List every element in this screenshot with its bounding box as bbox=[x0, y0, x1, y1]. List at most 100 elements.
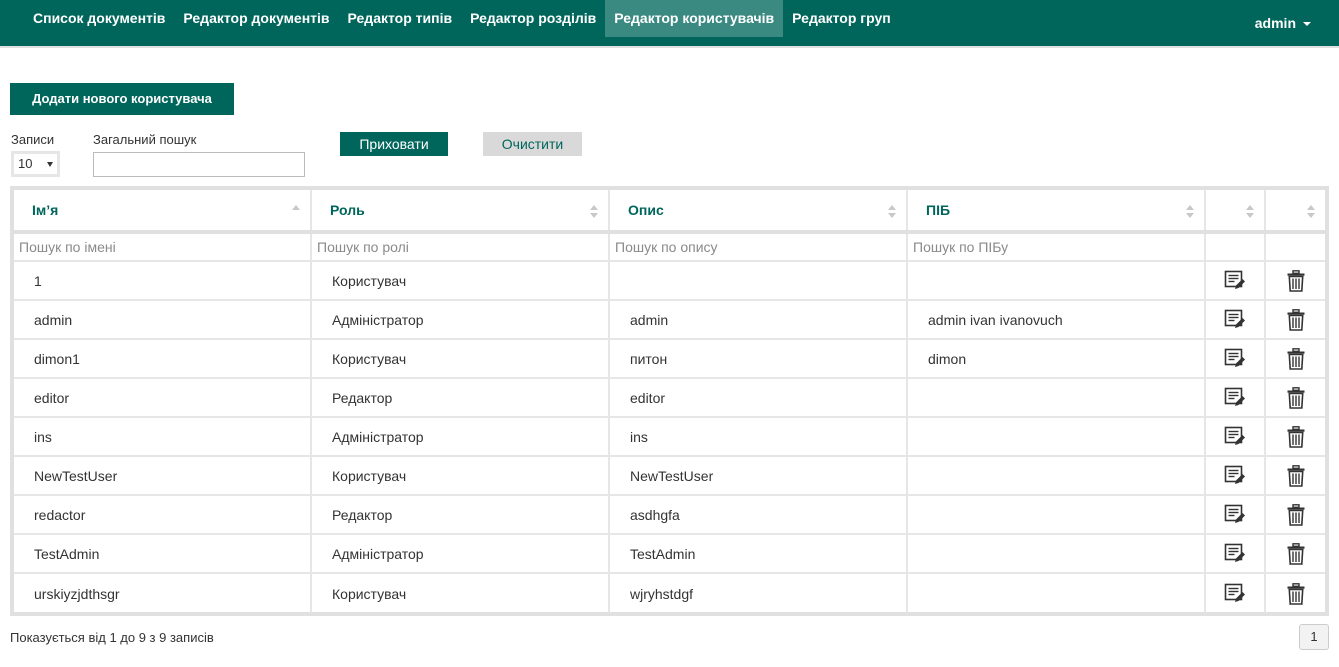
cell-desc: wjryhstdgf bbox=[610, 574, 908, 613]
nav-item[interactable]: Редактор користувачів bbox=[605, 0, 784, 37]
edit-icon[interactable] bbox=[1206, 574, 1266, 613]
edit-icon[interactable] bbox=[1206, 262, 1266, 299]
cell-pib bbox=[908, 496, 1206, 533]
add-user-button[interactable]: Додати нового користувача bbox=[10, 83, 234, 115]
cell-pib: dimon bbox=[908, 340, 1206, 377]
cell-name: NewTestUser bbox=[14, 457, 312, 494]
nav-item[interactable]: Редактор типів bbox=[339, 0, 462, 37]
caret-down-icon bbox=[1303, 22, 1311, 26]
trash-icon[interactable] bbox=[1266, 496, 1325, 533]
column-header-label: Ім’я bbox=[32, 202, 59, 218]
column-header-label: Роль bbox=[330, 202, 365, 218]
cell-name: 1 bbox=[14, 262, 312, 299]
edit-icon[interactable] bbox=[1206, 535, 1266, 572]
cell-role: Редактор bbox=[312, 496, 610, 533]
trash-icon[interactable] bbox=[1266, 418, 1325, 455]
trash-icon[interactable] bbox=[1266, 535, 1325, 572]
top-navbar: Список документів Редактор документів Реда… bbox=[0, 0, 1339, 48]
user-name: admin bbox=[1254, 15, 1296, 31]
cell-pib bbox=[908, 457, 1206, 494]
trash-icon[interactable] bbox=[1266, 379, 1325, 416]
clear-button[interactable]: Очистити bbox=[483, 132, 582, 156]
column-filter-input[interactable] bbox=[14, 234, 310, 260]
edit-icon[interactable] bbox=[1206, 340, 1266, 377]
nav-item[interactable]: Редактор розділів bbox=[461, 0, 605, 37]
nav-item[interactable]: Список документів bbox=[24, 0, 174, 37]
table-row: urskiyzjdthsgr Користувач wjryhstdgf bbox=[14, 574, 1325, 613]
table-row: dimon1 Користувач питон dimon bbox=[14, 340, 1325, 379]
nav-item[interactable]: Редактор груп bbox=[783, 0, 900, 37]
global-search-label: Загальний пошук bbox=[93, 132, 197, 147]
table-row: redactor Редактор asdhgfa bbox=[14, 496, 1325, 535]
column-header[interactable]: ПІБ bbox=[908, 190, 1206, 230]
filter-cell bbox=[1206, 234, 1266, 260]
records-per-page-select[interactable]: 10 bbox=[11, 151, 60, 177]
cell-name: redactor bbox=[14, 496, 312, 533]
records-label: Записи bbox=[11, 132, 55, 147]
table-row: admin Адміністратор admin admin ivan ivanov… bbox=[14, 301, 1325, 340]
edit-icon[interactable] bbox=[1206, 301, 1266, 338]
table-row: editor Редактор editor bbox=[14, 379, 1325, 418]
nav-item[interactable]: Редактор документів bbox=[174, 0, 338, 37]
nav-menu: Список документів Редактор документів Реда… bbox=[24, 0, 900, 37]
edit-icon[interactable] bbox=[1206, 379, 1266, 416]
column-filter-input[interactable] bbox=[312, 234, 608, 260]
cell-role: Адміністратор bbox=[312, 535, 610, 572]
cell-name: urskiyzjdthsgr bbox=[14, 574, 312, 613]
user-menu[interactable]: admin bbox=[1255, 0, 1311, 46]
sort-icon bbox=[1186, 205, 1196, 221]
edit-icon[interactable] bbox=[1206, 418, 1266, 455]
column-filter-input[interactable] bbox=[908, 234, 1204, 260]
column-header-label: Опис bbox=[628, 202, 664, 218]
trash-icon[interactable] bbox=[1266, 301, 1325, 338]
records-per-page-value: 10 bbox=[18, 156, 33, 171]
sort-icon bbox=[292, 205, 302, 221]
column-header[interactable]: Роль bbox=[312, 190, 610, 230]
sort-icon bbox=[590, 205, 600, 221]
chevron-down-icon bbox=[47, 162, 53, 167]
cell-pib bbox=[908, 535, 1206, 572]
column-header[interactable] bbox=[1206, 190, 1266, 230]
filter-cell bbox=[908, 234, 1206, 260]
filter-cell bbox=[14, 234, 312, 260]
table-header-row: Ім’я Роль Опис ПІБ bbox=[14, 190, 1325, 234]
cell-name: admin bbox=[14, 301, 312, 338]
trash-icon[interactable] bbox=[1266, 262, 1325, 299]
pagination-page-button[interactable]: 1 bbox=[1299, 624, 1329, 650]
cell-desc: editor bbox=[610, 379, 908, 416]
cell-role: Адміністратор bbox=[312, 418, 610, 455]
cell-role: Редактор bbox=[312, 379, 610, 416]
cell-desc: NewTestUser bbox=[610, 457, 908, 494]
cell-pib bbox=[908, 262, 1206, 299]
edit-icon[interactable] bbox=[1206, 496, 1266, 533]
cell-name: editor bbox=[14, 379, 312, 416]
edit-icon[interactable] bbox=[1206, 457, 1266, 494]
cell-name: TestAdmin bbox=[14, 535, 312, 572]
table-row: 1 Користувач bbox=[14, 262, 1325, 301]
column-header[interactable]: Ім’я bbox=[14, 190, 312, 230]
cell-pib bbox=[908, 574, 1206, 613]
cell-desc: asdhgfa bbox=[610, 496, 908, 533]
cell-desc: TestAdmin bbox=[610, 535, 908, 572]
column-header[interactable]: Опис bbox=[610, 190, 908, 230]
trash-icon[interactable] bbox=[1266, 457, 1325, 494]
column-header-label: ПІБ bbox=[926, 202, 951, 218]
cell-pib bbox=[908, 379, 1206, 416]
hide-button[interactable]: Приховати bbox=[340, 132, 448, 156]
column-filter-input[interactable] bbox=[610, 234, 906, 260]
cell-role: Користувач bbox=[312, 457, 610, 494]
trash-icon[interactable] bbox=[1266, 340, 1325, 377]
table-row: TestAdmin Адміністратор TestAdmin bbox=[14, 535, 1325, 574]
cell-pib: admin ivan ivanovuch bbox=[908, 301, 1206, 338]
cell-desc bbox=[610, 262, 908, 299]
global-search-input[interactable] bbox=[93, 152, 305, 177]
column-header[interactable] bbox=[1266, 190, 1325, 230]
table-info: Показується від 1 до 9 з 9 записів bbox=[10, 630, 214, 645]
cell-desc: питон bbox=[610, 340, 908, 377]
cell-role: Адміністратор bbox=[312, 301, 610, 338]
cell-pib bbox=[908, 418, 1206, 455]
filter-cell bbox=[1266, 234, 1325, 260]
users-grid: Ім’яРольОписПІБ 1КористувачadminАдмініст… bbox=[14, 190, 1325, 613]
trash-icon[interactable] bbox=[1266, 574, 1325, 613]
sort-icon bbox=[1307, 205, 1317, 221]
